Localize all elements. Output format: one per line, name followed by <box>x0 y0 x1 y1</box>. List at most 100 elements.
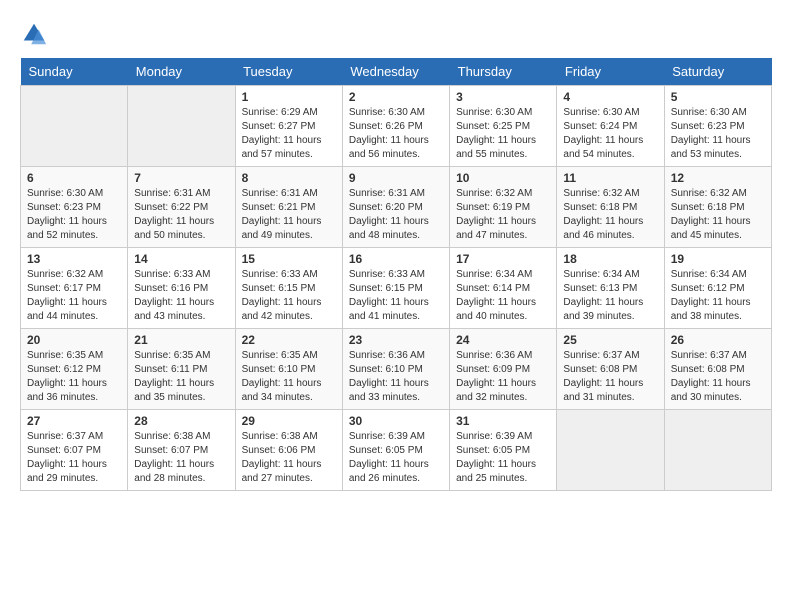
day-number: 24 <box>456 333 550 347</box>
calendar-day-cell: 16 Sunrise: 6:33 AMSunset: 6:15 PMDayligh… <box>342 248 449 329</box>
day-info: Sunrise: 6:38 AMSunset: 6:07 PMDaylight:… <box>134 430 228 486</box>
calendar-day-cell: 30 Sunrise: 6:39 AMSunset: 6:05 PMDayligh… <box>342 410 449 491</box>
day-number: 9 <box>349 171 443 185</box>
day-number: 11 <box>563 171 657 185</box>
day-info: Sunrise: 6:33 AMSunset: 6:15 PMDaylight:… <box>349 268 443 324</box>
calendar-day-cell: 6 Sunrise: 6:30 AMSunset: 6:23 PMDaylight… <box>21 167 128 248</box>
day-number: 12 <box>671 171 765 185</box>
day-info: Sunrise: 6:37 AMSunset: 6:08 PMDaylight:… <box>671 349 765 405</box>
day-info: Sunrise: 6:39 AMSunset: 6:05 PMDaylight:… <box>349 430 443 486</box>
day-number: 19 <box>671 252 765 266</box>
day-info: Sunrise: 6:34 AMSunset: 6:14 PMDaylight:… <box>456 268 550 324</box>
calendar-day-cell: 21 Sunrise: 6:35 AMSunset: 6:11 PMDayligh… <box>128 329 235 410</box>
day-info: Sunrise: 6:32 AMSunset: 6:18 PMDaylight:… <box>671 187 765 243</box>
page-header <box>20 20 772 48</box>
day-info: Sunrise: 6:33 AMSunset: 6:16 PMDaylight:… <box>134 268 228 324</box>
calendar-day-cell: 19 Sunrise: 6:34 AMSunset: 6:12 PMDayligh… <box>664 248 771 329</box>
calendar-day-cell: 11 Sunrise: 6:32 AMSunset: 6:18 PMDayligh… <box>557 167 664 248</box>
calendar-week-row: 13 Sunrise: 6:32 AMSunset: 6:17 PMDayligh… <box>21 248 772 329</box>
logo-icon <box>20 20 48 48</box>
day-of-week-header: Thursday <box>450 58 557 86</box>
calendar-day-cell: 28 Sunrise: 6:38 AMSunset: 6:07 PMDayligh… <box>128 410 235 491</box>
day-number: 20 <box>27 333 121 347</box>
calendar-day-cell: 12 Sunrise: 6:32 AMSunset: 6:18 PMDayligh… <box>664 167 771 248</box>
day-number: 30 <box>349 414 443 428</box>
day-info: Sunrise: 6:35 AMSunset: 6:10 PMDaylight:… <box>242 349 336 405</box>
day-number: 17 <box>456 252 550 266</box>
calendar-day-cell: 26Sunrise: 6:37 AMSunset: 6:08 PMDayligh… <box>664 329 771 410</box>
day-info: Sunrise: 6:34 AMSunset: 6:12 PMDaylight:… <box>671 268 765 324</box>
day-info: Sunrise: 6:37 AMSunset: 6:07 PMDaylight:… <box>27 430 121 486</box>
calendar-day-cell: 4 Sunrise: 6:30 AMSunset: 6:24 PMDaylight… <box>557 86 664 167</box>
day-of-week-header: Saturday <box>664 58 771 86</box>
day-number: 25 <box>563 333 657 347</box>
calendar-day-cell: 1Sunrise: 6:29 AMSunset: 6:27 PMDaylight… <box>235 86 342 167</box>
day-of-week-header: Sunday <box>21 58 128 86</box>
day-info: Sunrise: 6:35 AMSunset: 6:11 PMDaylight:… <box>134 349 228 405</box>
calendar-day-cell: 23Sunrise: 6:36 AMSunset: 6:10 PMDayligh… <box>342 329 449 410</box>
day-number: 29 <box>242 414 336 428</box>
calendar-day-cell <box>128 86 235 167</box>
day-number: 13 <box>27 252 121 266</box>
day-number: 21 <box>134 333 228 347</box>
logo <box>20 20 52 48</box>
day-info: Sunrise: 6:36 AMSunset: 6:09 PMDaylight:… <box>456 349 550 405</box>
day-number: 15 <box>242 252 336 266</box>
day-number: 6 <box>27 171 121 185</box>
calendar-header-row: SundayMondayTuesdayWednesdayThursdayFrid… <box>21 58 772 86</box>
day-number: 7 <box>134 171 228 185</box>
day-number: 16 <box>349 252 443 266</box>
day-number: 28 <box>134 414 228 428</box>
day-info: Sunrise: 6:30 AMSunset: 6:24 PMDaylight:… <box>563 106 657 162</box>
calendar-day-cell: 10 Sunrise: 6:32 AMSunset: 6:19 PMDayligh… <box>450 167 557 248</box>
day-number: 8 <box>242 171 336 185</box>
day-info: Sunrise: 6:32 AMSunset: 6:19 PMDaylight:… <box>456 187 550 243</box>
calendar-week-row: 6 Sunrise: 6:30 AMSunset: 6:23 PMDaylight… <box>21 167 772 248</box>
day-number: 3 <box>456 90 550 104</box>
calendar-day-cell: 7 Sunrise: 6:31 AMSunset: 6:22 PMDaylight… <box>128 167 235 248</box>
day-number: 4 <box>563 90 657 104</box>
calendar-table: SundayMondayTuesdayWednesdayThursdayFrid… <box>20 58 772 491</box>
day-info: Sunrise: 6:30 AMSunset: 6:23 PMDaylight:… <box>27 187 121 243</box>
calendar-day-cell <box>557 410 664 491</box>
calendar-day-cell: 18 Sunrise: 6:34 AMSunset: 6:13 PMDayligh… <box>557 248 664 329</box>
day-number: 18 <box>563 252 657 266</box>
day-number: 22 <box>242 333 336 347</box>
calendar-day-cell: 25Sunrise: 6:37 AMSunset: 6:08 PMDayligh… <box>557 329 664 410</box>
day-info: Sunrise: 6:32 AMSunset: 6:17 PMDaylight:… <box>27 268 121 324</box>
calendar-day-cell: 31Sunrise: 6:39 AMSunset: 6:05 PMDayligh… <box>450 410 557 491</box>
calendar-day-cell: 13 Sunrise: 6:32 AMSunset: 6:17 PMDayligh… <box>21 248 128 329</box>
day-of-week-header: Tuesday <box>235 58 342 86</box>
calendar-day-cell: 8 Sunrise: 6:31 AMSunset: 6:21 PMDaylight… <box>235 167 342 248</box>
calendar-day-cell: 14 Sunrise: 6:33 AMSunset: 6:16 PMDayligh… <box>128 248 235 329</box>
calendar-day-cell: 2 Sunrise: 6:30 AMSunset: 6:26 PMDaylight… <box>342 86 449 167</box>
day-info: Sunrise: 6:32 AMSunset: 6:18 PMDaylight:… <box>563 187 657 243</box>
calendar-day-cell: 29 Sunrise: 6:38 AMSunset: 6:06 PMDayligh… <box>235 410 342 491</box>
calendar-day-cell: 22 Sunrise: 6:35 AMSunset: 6:10 PMDayligh… <box>235 329 342 410</box>
calendar-day-cell: 20 Sunrise: 6:35 AMSunset: 6:12 PMDayligh… <box>21 329 128 410</box>
calendar-day-cell <box>664 410 771 491</box>
day-info: Sunrise: 6:31 AMSunset: 6:21 PMDaylight:… <box>242 187 336 243</box>
day-number: 14 <box>134 252 228 266</box>
day-info: Sunrise: 6:29 AMSunset: 6:27 PMDaylight:… <box>242 106 336 162</box>
day-number: 10 <box>456 171 550 185</box>
day-info: Sunrise: 6:30 AMSunset: 6:26 PMDaylight:… <box>349 106 443 162</box>
day-info: Sunrise: 6:31 AMSunset: 6:20 PMDaylight:… <box>349 187 443 243</box>
calendar-day-cell: 3 Sunrise: 6:30 AMSunset: 6:25 PMDaylight… <box>450 86 557 167</box>
day-of-week-header: Monday <box>128 58 235 86</box>
day-info: Sunrise: 6:34 AMSunset: 6:13 PMDaylight:… <box>563 268 657 324</box>
calendar-day-cell <box>21 86 128 167</box>
calendar-day-cell: 17 Sunrise: 6:34 AMSunset: 6:14 PMDayligh… <box>450 248 557 329</box>
day-info: Sunrise: 6:33 AMSunset: 6:15 PMDaylight:… <box>242 268 336 324</box>
day-info: Sunrise: 6:38 AMSunset: 6:06 PMDaylight:… <box>242 430 336 486</box>
day-number: 23 <box>349 333 443 347</box>
calendar-day-cell: 9 Sunrise: 6:31 AMSunset: 6:20 PMDaylight… <box>342 167 449 248</box>
day-info: Sunrise: 6:35 AMSunset: 6:12 PMDaylight:… <box>27 349 121 405</box>
day-of-week-header: Friday <box>557 58 664 86</box>
day-number: 2 <box>349 90 443 104</box>
day-info: Sunrise: 6:31 AMSunset: 6:22 PMDaylight:… <box>134 187 228 243</box>
day-number: 5 <box>671 90 765 104</box>
calendar-week-row: 27Sunrise: 6:37 AMSunset: 6:07 PMDayligh… <box>21 410 772 491</box>
day-info: Sunrise: 6:30 AMSunset: 6:25 PMDaylight:… <box>456 106 550 162</box>
calendar-day-cell: 27Sunrise: 6:37 AMSunset: 6:07 PMDayligh… <box>21 410 128 491</box>
